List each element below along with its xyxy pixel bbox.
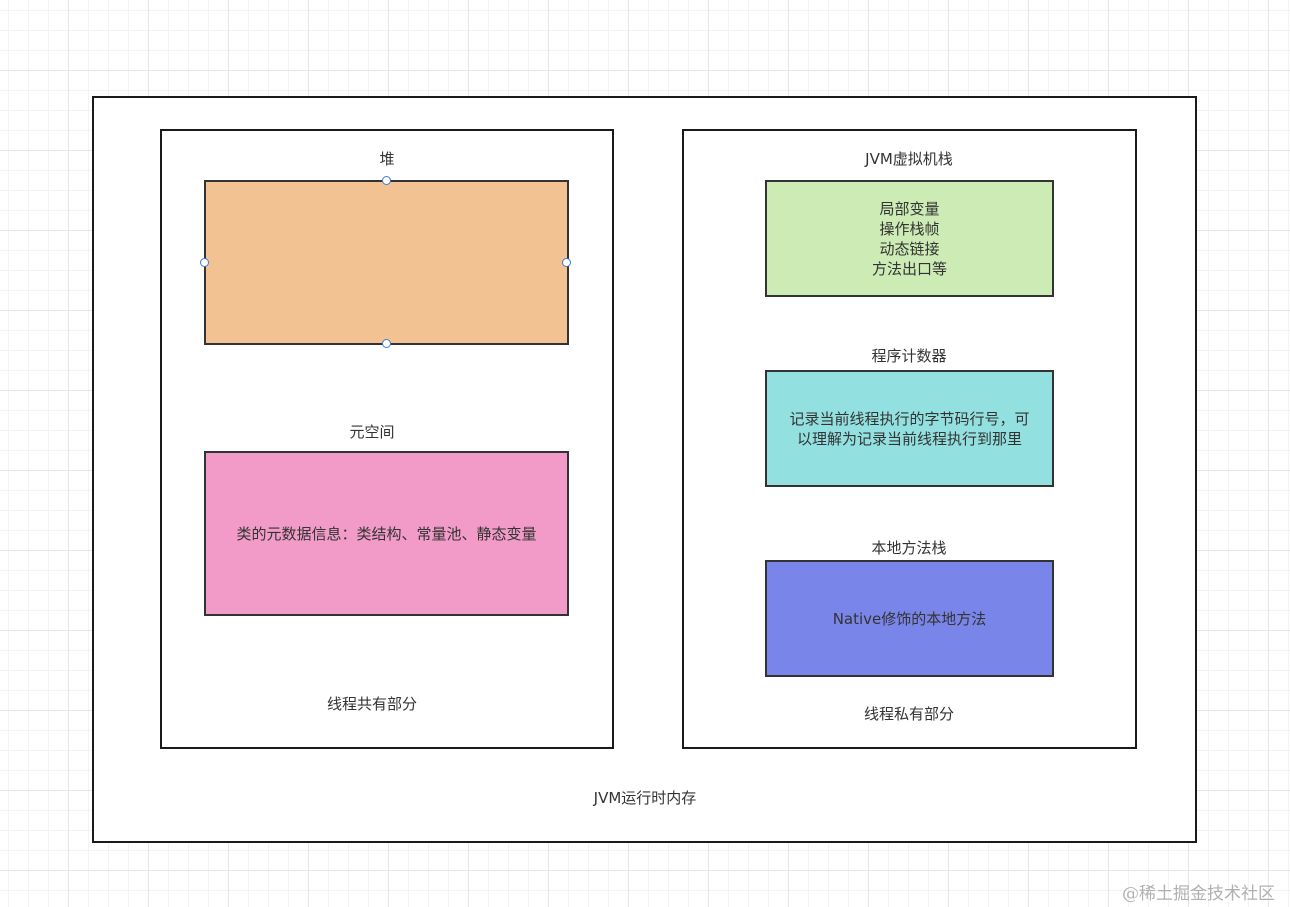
heap-resize-handle-right[interactable]	[562, 258, 571, 267]
heap-resize-handle-top[interactable]	[382, 176, 391, 185]
thread-private-caption: 线程私有部分	[863, 705, 954, 723]
jvm-stack-text: 局部变量 操作栈帧 动态链接 方法出口等	[872, 199, 947, 279]
jvm-runtime-memory-title: JVM运行时内存	[593, 789, 697, 807]
metaspace-box[interactable]: 类的元数据信息：类结构、常量池、静态变量	[204, 451, 569, 616]
heap-resize-handle-bottom[interactable]	[382, 339, 391, 348]
pc-register-box[interactable]: 记录当前线程执行的字节码行号，可 以理解为记录当前线程执行到那里	[765, 370, 1054, 487]
watermark: @稀土掘金技术社区	[1122, 884, 1275, 904]
heap-resize-handle-left[interactable]	[200, 258, 209, 267]
jvm-stack-line: 局部变量	[879, 199, 940, 218]
heap-box[interactable]	[204, 180, 569, 345]
metaspace-label: 元空间	[349, 423, 395, 441]
metaspace-text: 类的元数据信息：类结构、常量池、静态变量	[236, 524, 537, 543]
jvm-stack-box[interactable]: 局部变量 操作栈帧 动态链接 方法出口等	[765, 180, 1054, 297]
pc-register-line: 以理解为记录当前线程执行到那里	[796, 429, 1022, 448]
pc-register-text: 记录当前线程执行的字节码行号，可 以理解为记录当前线程执行到那里	[789, 409, 1029, 449]
native-stack-label: 本地方法栈	[871, 539, 947, 557]
native-stack-box[interactable]: Native修饰的本地方法	[765, 560, 1054, 677]
pc-register-line: 记录当前线程执行的字节码行号，可	[789, 409, 1030, 428]
heap-label: 堆	[379, 150, 395, 168]
thread-shared-caption: 线程共有部分	[326, 695, 417, 713]
jvm-stack-line: 动态链接	[879, 239, 940, 258]
native-stack-text: Native修饰的本地方法	[832, 609, 987, 628]
pc-register-label: 程序计数器	[871, 347, 947, 365]
jvm-stack-line: 操作栈帧	[879, 219, 940, 238]
jvm-stack-line: 方法出口等	[871, 259, 947, 278]
jvm-stack-label: JVM虚拟机栈	[865, 150, 953, 168]
